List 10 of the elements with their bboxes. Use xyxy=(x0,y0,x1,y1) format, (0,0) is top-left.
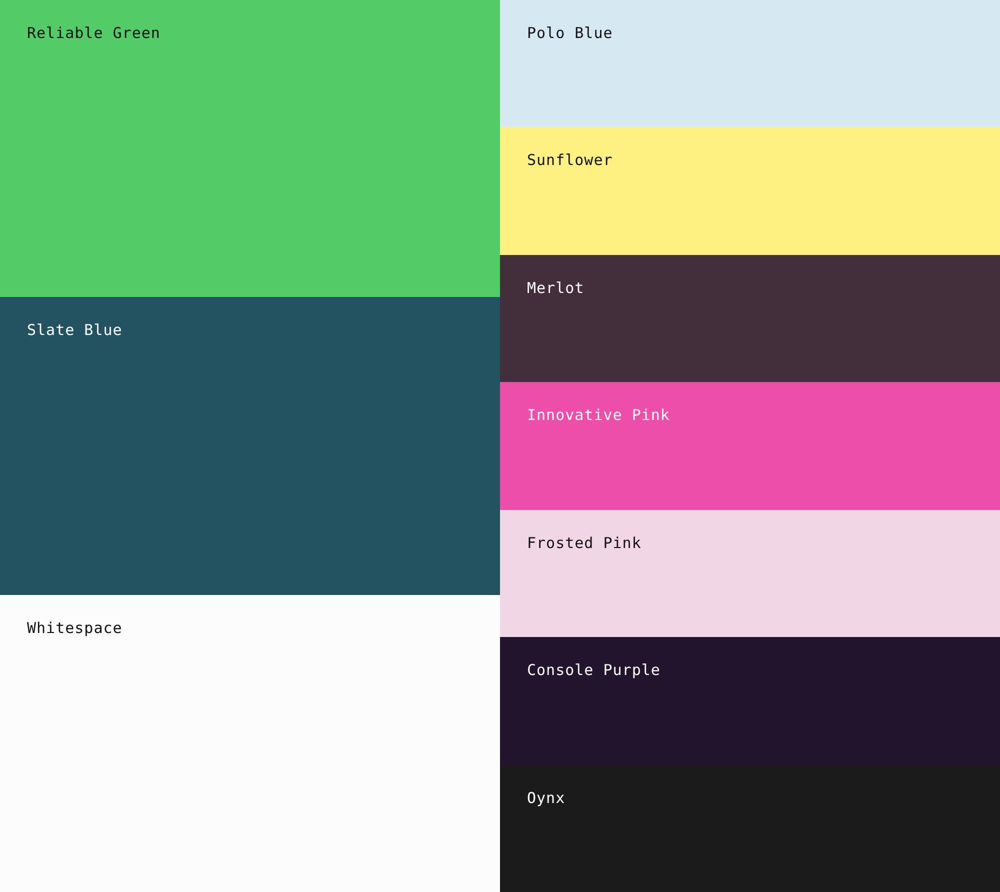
color-name: Polo Blue xyxy=(527,24,613,42)
color-name: Oynx xyxy=(527,788,566,807)
color-name: Slate Blue xyxy=(27,321,122,340)
color-name: Sunflower xyxy=(527,151,613,170)
color-name: Reliable Green xyxy=(27,24,160,42)
color-name: Frosted Pink xyxy=(527,534,642,552)
color-name: Merlot xyxy=(527,278,584,297)
color-name: Console Purple xyxy=(527,661,660,680)
color-name: Whitespace xyxy=(27,618,122,637)
color-name: Innovative Pink xyxy=(527,406,670,424)
